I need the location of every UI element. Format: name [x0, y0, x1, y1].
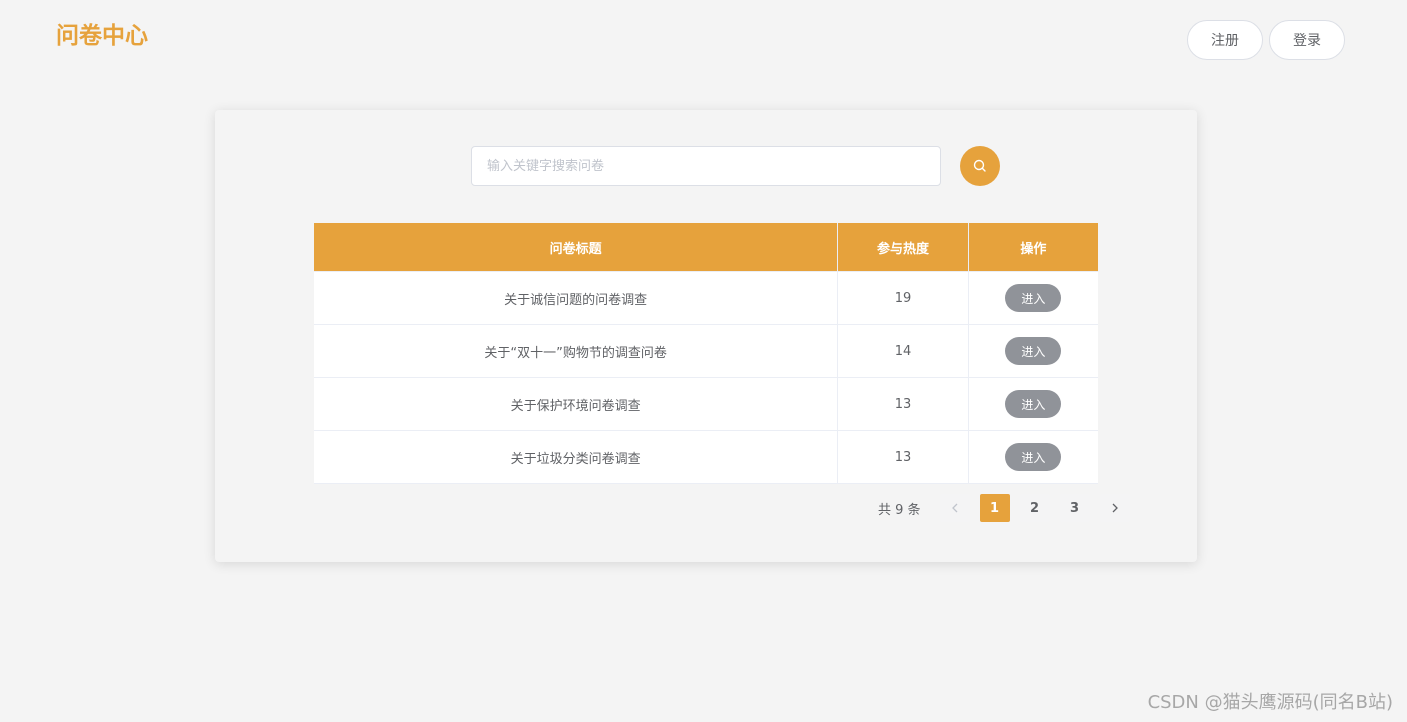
column-header-action: 操作 [968, 223, 1098, 272]
survey-heat: 13 [837, 377, 969, 431]
prev-page-button[interactable] [939, 494, 970, 522]
brand-title: 问卷中心 [56, 23, 148, 49]
survey-title: 关于垃圾分类问卷调查 [314, 430, 839, 484]
survey-table: 问卷标题 参与热度 操作 关于诚信问题的问卷调查 19 进入 关于“双十一”购物… [314, 223, 1098, 484]
enter-button[interactable]: 进入 [1005, 390, 1062, 418]
enter-button[interactable]: 进入 [1005, 337, 1062, 365]
action-cell: 进入 [968, 271, 1098, 325]
pagination: 共 9 条 1 2 3 [878, 494, 1135, 522]
chevron-right-icon [1112, 503, 1118, 513]
enter-button[interactable]: 进入 [1005, 443, 1062, 471]
survey-title: 关于保护环境问卷调查 [314, 377, 839, 431]
search-button[interactable] [960, 146, 1000, 186]
action-cell: 进入 [968, 377, 1098, 431]
survey-title: 关于诚信问题的问卷调查 [314, 271, 839, 325]
survey-heat: 14 [837, 324, 969, 378]
search-input[interactable] [471, 146, 941, 186]
table-row: 关于“双十一”购物节的调查问卷 14 进入 [314, 324, 1098, 378]
register-button[interactable]: 注册 [1187, 20, 1263, 60]
column-header-heat: 参与热度 [837, 223, 969, 272]
pagination-total: 共 9 条 [878, 502, 921, 518]
survey-heat: 13 [837, 430, 969, 484]
auth-buttons: 注册 登录 [1187, 20, 1345, 60]
search-icon [973, 159, 986, 172]
page-button-3[interactable]: 3 [1059, 494, 1090, 522]
page-button-2[interactable]: 2 [1019, 494, 1050, 522]
login-button[interactable]: 登录 [1269, 20, 1345, 60]
survey-card: 问卷标题 参与热度 操作 关于诚信问题的问卷调查 19 进入 关于“双十一”购物… [215, 110, 1197, 562]
survey-heat: 19 [837, 271, 969, 325]
table-row: 关于垃圾分类问卷调查 13 进入 [314, 430, 1098, 484]
watermark: CSDN @猫头鹰源码(同名B站) [1147, 692, 1393, 713]
next-page-button[interactable] [1099, 494, 1130, 522]
chevron-left-icon [951, 503, 958, 513]
column-header-title: 问卷标题 [314, 223, 839, 272]
table-header-row: 问卷标题 参与热度 操作 [314, 223, 1098, 272]
enter-button[interactable]: 进入 [1005, 284, 1062, 312]
survey-title: 关于“双十一”购物节的调查问卷 [314, 324, 839, 378]
table-row: 关于诚信问题的问卷调查 19 进入 [314, 271, 1098, 325]
action-cell: 进入 [968, 430, 1098, 484]
table-row: 关于保护环境问卷调查 13 进入 [314, 377, 1098, 431]
page-button-1[interactable]: 1 [979, 494, 1010, 522]
action-cell: 进入 [968, 324, 1098, 378]
